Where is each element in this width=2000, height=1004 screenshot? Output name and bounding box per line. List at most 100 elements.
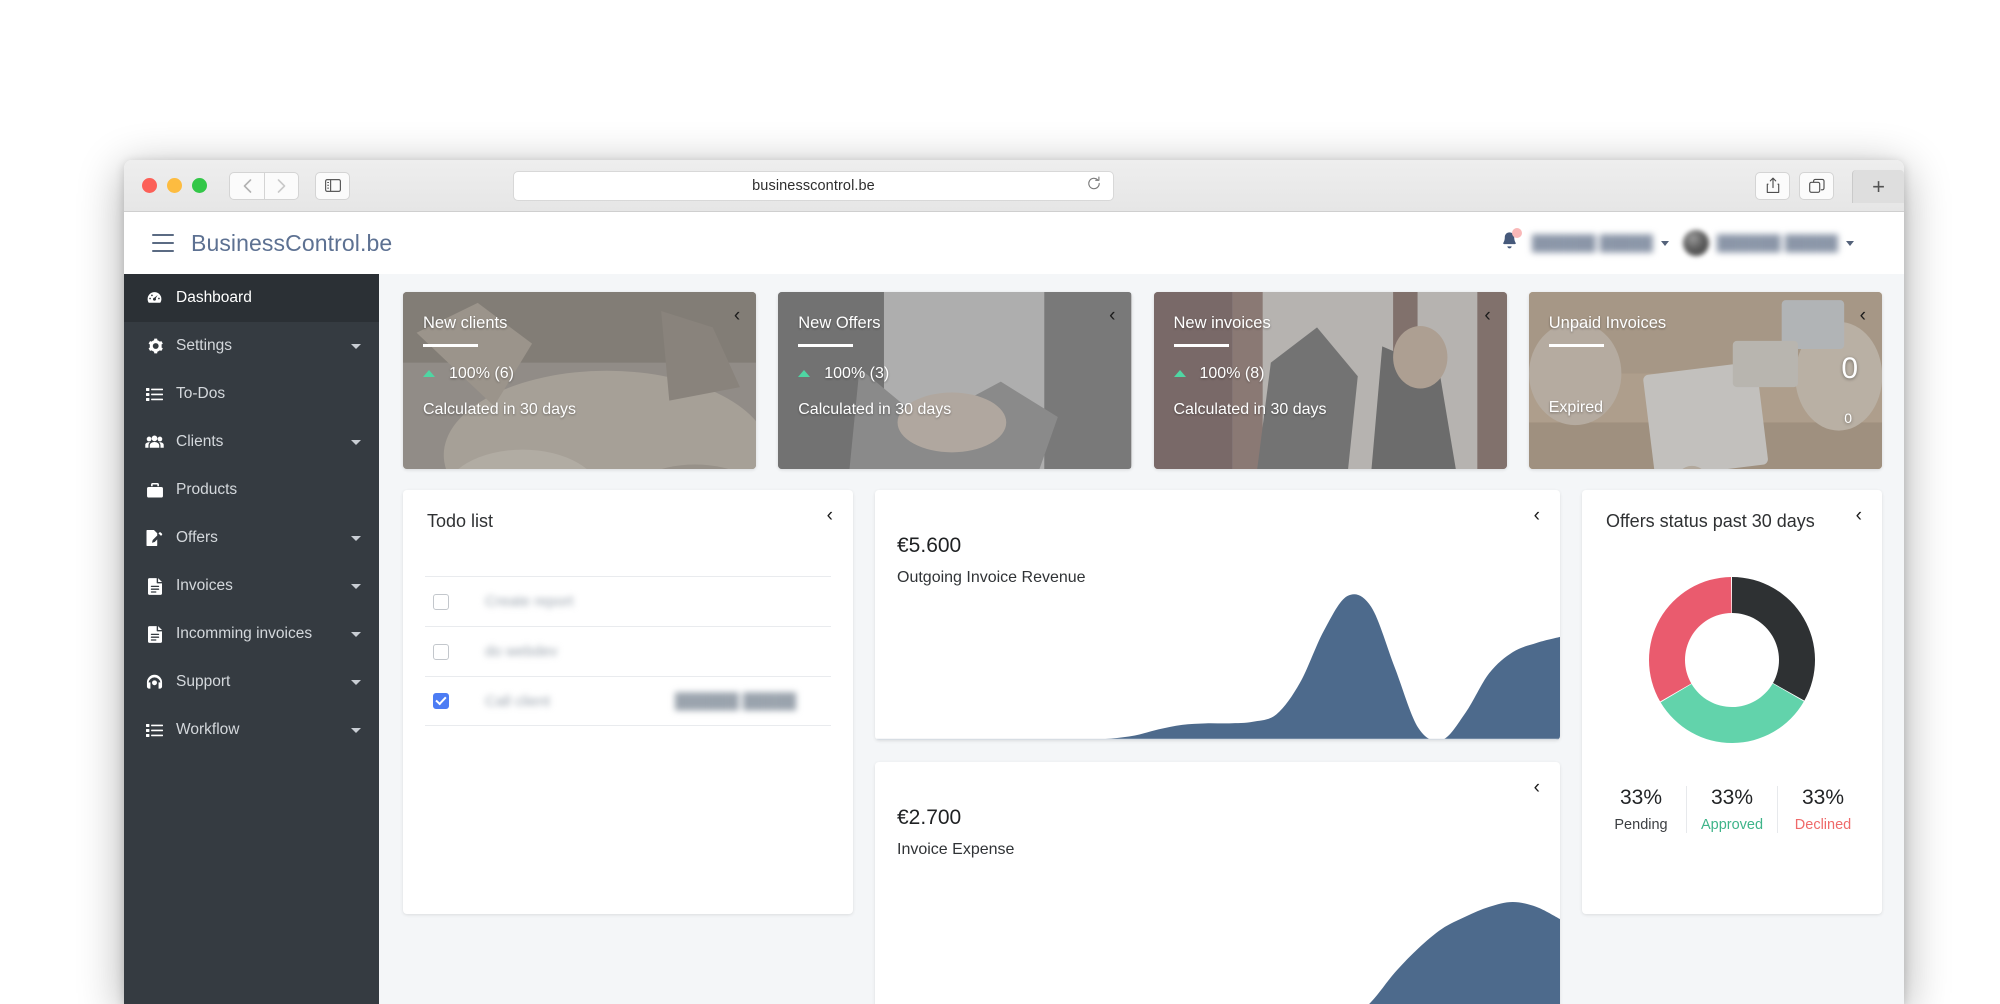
- title-rule: [423, 344, 478, 347]
- app-body: Dashboard Settings To-Dos Clients Produc…: [124, 274, 1904, 1004]
- chevron-down-icon: [351, 583, 361, 589]
- sidebar-item-products[interactable]: Products: [124, 466, 379, 514]
- legend-label: Declined: [1794, 817, 1852, 833]
- legend-item-approved: 33% Approved: [1687, 786, 1778, 833]
- legend-item-pending: 33% Pending: [1596, 786, 1687, 833]
- sidebar-item-dashboard[interactable]: Dashboard: [124, 274, 379, 322]
- sidebar-item-workflow[interactable]: Workflow: [124, 706, 379, 754]
- kpi-card-title: Unpaid Invoices: [1548, 314, 1667, 332]
- kpi-card-title: New Offers: [798, 314, 881, 332]
- app-header: BusinessControl.be ██████ █████ ██████ █…: [124, 212, 1904, 274]
- chevron-down-icon: [351, 535, 361, 541]
- todo-item[interactable]: do webdev: [425, 626, 831, 676]
- panel-title: Todo list: [427, 511, 494, 531]
- collapse-panel-button[interactable]: ‹: [827, 506, 833, 525]
- todo-list-panel: Todo list ‹ Create report do webdev Call…: [403, 490, 853, 914]
- file-invoice-icon: [144, 577, 165, 595]
- company-menu[interactable]: ██████ █████: [1532, 235, 1669, 252]
- outgoing-invoice-revenue-panel: ‹ €5.600 Outgoing Invoice Revenue: [875, 490, 1560, 740]
- maximize-window-button[interactable]: [192, 178, 207, 193]
- kpi-card-title: New invoices: [1173, 314, 1271, 332]
- briefcase-icon: [144, 482, 165, 498]
- kpi-card-value: 100% (8): [1199, 364, 1265, 382]
- document-edit-icon: [144, 530, 165, 546]
- share-button[interactable]: [1755, 171, 1790, 200]
- offers-legend: 33% Pending 33% Approved 33% Declined: [1582, 786, 1882, 833]
- show-tabs-button[interactable]: [1799, 171, 1834, 200]
- kpi-card-new-clients[interactable]: ‹ New clients 100% (6) Calculated in 30 …: [403, 292, 757, 469]
- close-window-button[interactable]: [142, 178, 157, 193]
- sidebar-item-label: Invoices: [176, 577, 233, 594]
- offers-status-panel: Offers status past 30 days ‹ 33% Pending: [1582, 490, 1882, 914]
- chevron-down-icon: [351, 343, 361, 349]
- sidebar-icon: [324, 179, 341, 192]
- legend-percent: 33%: [1619, 786, 1663, 809]
- notification-bell-icon[interactable]: [1501, 228, 1522, 255]
- user-menu[interactable]: ██████ █████: [1682, 230, 1854, 256]
- kpi-card-new-offers[interactable]: ‹ New Offers 100% (3) Calculated in 30 d…: [778, 292, 1132, 469]
- sidebar-item-support[interactable]: Support: [124, 658, 379, 706]
- window-controls: [142, 178, 207, 193]
- collapse-panel-button[interactable]: ‹: [1534, 778, 1540, 797]
- expense-amount: €2.700: [897, 806, 962, 829]
- todo-items: Create report do webdev Call client ████…: [403, 532, 853, 726]
- user-menu-label: ██████ █████: [1716, 234, 1838, 252]
- collapse-panel-button[interactable]: ‹: [1534, 506, 1540, 525]
- sidebar-item-invoices[interactable]: Invoices: [124, 562, 379, 610]
- hamburger-menu-icon[interactable]: [152, 234, 174, 252]
- trend-up-icon: [798, 370, 811, 377]
- sidebar-item-clients[interactable]: Clients: [124, 418, 379, 466]
- sidebar-item-label: Settings: [176, 337, 233, 354]
- avatar: [1682, 230, 1709, 256]
- dashboard-content: ‹ New clients 100% (6) Calculated in 30 …: [379, 274, 1904, 1004]
- sidebar-item-to-dos[interactable]: To-Dos: [124, 370, 379, 418]
- sidebar-item-incomming-invoices[interactable]: Incomming invoices: [124, 610, 379, 658]
- toolbar-right-buttons: [1755, 171, 1834, 200]
- reload-icon[interactable]: [1087, 176, 1101, 196]
- sidebar-item-label: To-Dos: [176, 385, 226, 402]
- address-bar[interactable]: businesscontrol.be: [513, 171, 1114, 201]
- sidebar-item-offers[interactable]: Offers: [124, 514, 379, 562]
- chevron-down-icon: [351, 679, 361, 685]
- legend-label: Pending: [1614, 817, 1668, 833]
- todo-checkbox[interactable]: [433, 643, 449, 660]
- collapse-panel-button[interactable]: ‹: [1856, 506, 1862, 525]
- new-tab-button[interactable]: +: [1852, 170, 1904, 203]
- revenue-area-chart: [875, 594, 1560, 740]
- trend-up-icon: [423, 370, 435, 377]
- todo-checkbox[interactable]: [433, 593, 449, 610]
- list-icon: [144, 723, 165, 738]
- revenue-caption: Outgoing Invoice Revenue: [897, 569, 1086, 586]
- navigation-buttons: [229, 171, 299, 200]
- tabs-icon: [1808, 178, 1825, 193]
- address-bar-url: businesscontrol.be: [752, 178, 875, 194]
- kpi-card-subtitle: Calculated in 30 days: [423, 400, 576, 418]
- todo-checkbox[interactable]: [433, 693, 449, 709]
- todo-item[interactable]: Create report: [425, 576, 831, 626]
- kpi-card-row: ‹ New clients 100% (6) Calculated in 30 …: [403, 292, 1882, 469]
- legend-item-declined: 33% Declined: [1778, 786, 1868, 833]
- kpi-card-value: 100% (6): [449, 364, 514, 382]
- kpi-card-unpaid-invoices[interactable]: ‹ Unpaid Invoices 0 Expired 0: [1528, 292, 1882, 469]
- todo-item-label: Create report: [485, 593, 574, 610]
- offers-donut-chart: [1582, 560, 1882, 760]
- users-icon: [144, 435, 165, 449]
- chevron-left-icon: [243, 178, 251, 193]
- expense-area-chart: [1369, 902, 1560, 1004]
- todo-item[interactable]: Call client ██████ █████: [425, 676, 831, 726]
- browser-toolbar: businesscontrol.be +: [124, 160, 1904, 212]
- app-brand: BusinessControl.be: [191, 229, 393, 256]
- minimize-window-button[interactable]: [167, 178, 182, 193]
- chevron-right-icon: [277, 178, 286, 193]
- share-icon: [1766, 177, 1779, 193]
- unpaid-invoices-count: 0: [1841, 352, 1858, 385]
- back-button[interactable]: [229, 171, 264, 200]
- invoice-expense-panel: ‹ €2.700 Invoice Expense: [875, 762, 1560, 1004]
- forward-button[interactable]: [264, 171, 299, 200]
- sidebar-item-settings[interactable]: Settings: [124, 322, 379, 370]
- kpi-card-new-invoices[interactable]: ‹ New invoices 100% (8) Calculated in 30…: [1153, 292, 1507, 469]
- sidebar-toggle-button[interactable]: [315, 171, 350, 200]
- dashboard-icon: [144, 290, 165, 307]
- sidebar-item-label: Incomming invoices: [176, 625, 313, 642]
- kpi-card-subtitle: Calculated in 30 days: [1173, 400, 1327, 418]
